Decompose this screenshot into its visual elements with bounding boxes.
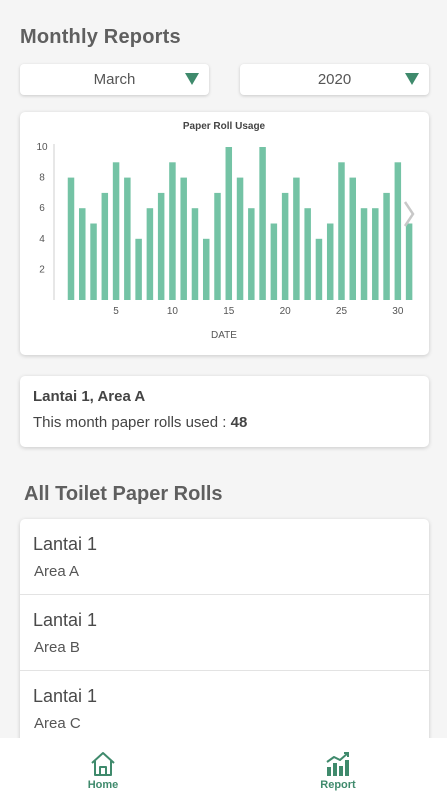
chart-bar xyxy=(146,208,154,300)
chart-bar xyxy=(304,208,311,300)
chart-bar xyxy=(315,238,323,300)
nav-report[interactable]: Report xyxy=(278,738,398,797)
roll-area: Area C xyxy=(34,715,81,732)
chart-bar xyxy=(338,162,345,300)
list-item[interactable]: Lantai 1 Area A xyxy=(20,519,429,595)
chart-bar xyxy=(360,208,368,300)
nav-home[interactable]: Home xyxy=(43,738,163,797)
chart-bar xyxy=(281,192,289,300)
bottom-nav: Home Report xyxy=(0,738,447,797)
y-tick-label: 8 xyxy=(39,173,45,184)
chart-bar xyxy=(202,238,210,300)
x-tick-label: 25 xyxy=(336,306,348,317)
chart-bar xyxy=(372,208,379,300)
section-title: All Toilet Paper Rolls xyxy=(24,483,223,505)
x-tick-label: 30 xyxy=(392,306,404,317)
x-axis-label: DATE xyxy=(211,330,237,341)
usage-chart-card: Paper Roll Usage 2 4 6 8 10 5 10 15 20 25 30 DATE xyxy=(20,112,429,355)
chart-bar xyxy=(214,192,221,300)
chart-bar xyxy=(326,223,334,300)
bar-chart-icon xyxy=(326,752,349,776)
chart-bar xyxy=(293,177,300,300)
chart-bar xyxy=(248,208,255,300)
y-tick-label: 6 xyxy=(39,203,45,214)
dropdown-triangle-icon xyxy=(405,73,419,85)
page-title: Monthly Reports xyxy=(20,26,181,48)
chart-bar xyxy=(79,208,86,300)
roll-floor: Lantai 1 xyxy=(33,686,98,706)
year-select-value: 2020 xyxy=(317,71,352,88)
year-select[interactable]: 2020 xyxy=(240,64,429,95)
rolls-list: Lantai 1 Area A Lantai 1 Area B Lantai 1… xyxy=(20,519,429,747)
chart-bar xyxy=(405,223,413,300)
chart-bar xyxy=(236,177,244,300)
chart-bar xyxy=(157,192,165,300)
summary-usage: This month paper rolls used : 48 xyxy=(33,414,247,431)
chart-bar xyxy=(225,147,233,300)
summary-location: Lantai 1, Area A xyxy=(33,388,146,405)
roll-floor: Lantai 1 xyxy=(33,610,98,630)
chart-bar xyxy=(90,223,97,300)
chart-bar xyxy=(180,177,187,300)
chevron-right-icon[interactable] xyxy=(403,201,415,227)
month-select-value: March xyxy=(93,71,136,88)
chart-bar xyxy=(124,177,131,300)
chart-bar xyxy=(259,147,266,300)
summary-usage-label: This month paper rolls used : xyxy=(33,414,227,431)
y-tick-label: 4 xyxy=(39,234,45,245)
summary-card: Lantai 1, Area A This month paper rolls … xyxy=(20,376,429,447)
usage-chart: Paper Roll Usage 2 4 6 8 10 5 10 15 20 25 30 DATE xyxy=(36,121,415,341)
month-select[interactable]: March xyxy=(20,64,209,95)
x-tick-label: 15 xyxy=(223,306,235,317)
chart-bar xyxy=(383,192,390,300)
chart-bar xyxy=(349,177,356,300)
y-tick-label: 2 xyxy=(39,264,45,275)
summary-usage-value: 48 xyxy=(230,414,248,431)
nav-report-label: Report xyxy=(320,779,356,791)
chart-bar xyxy=(169,162,176,300)
roll-area: Area A xyxy=(34,563,80,580)
list-item[interactable]: Lantai 1 Area C xyxy=(20,671,429,747)
y-tick-label: 10 xyxy=(36,142,48,153)
dropdown-triangle-icon xyxy=(185,73,199,85)
x-tick-label: 5 xyxy=(113,306,119,317)
chart-bar xyxy=(67,177,75,300)
home-icon xyxy=(91,752,115,776)
nav-home-label: Home xyxy=(87,779,119,791)
chart-bar xyxy=(135,238,142,300)
x-tick-label: 20 xyxy=(280,306,292,317)
roll-area: Area B xyxy=(34,639,80,656)
chart-bar xyxy=(101,192,109,300)
roll-floor: Lantai 1 xyxy=(33,534,98,554)
chart-bar xyxy=(270,223,278,300)
chart-bar xyxy=(394,162,402,300)
chart-title: Paper Roll Usage xyxy=(183,121,266,132)
x-tick-label: 10 xyxy=(167,306,179,317)
chart-bar xyxy=(112,162,120,300)
chart-bar xyxy=(191,208,199,300)
list-item[interactable]: Lantai 1 Area B xyxy=(20,595,429,671)
